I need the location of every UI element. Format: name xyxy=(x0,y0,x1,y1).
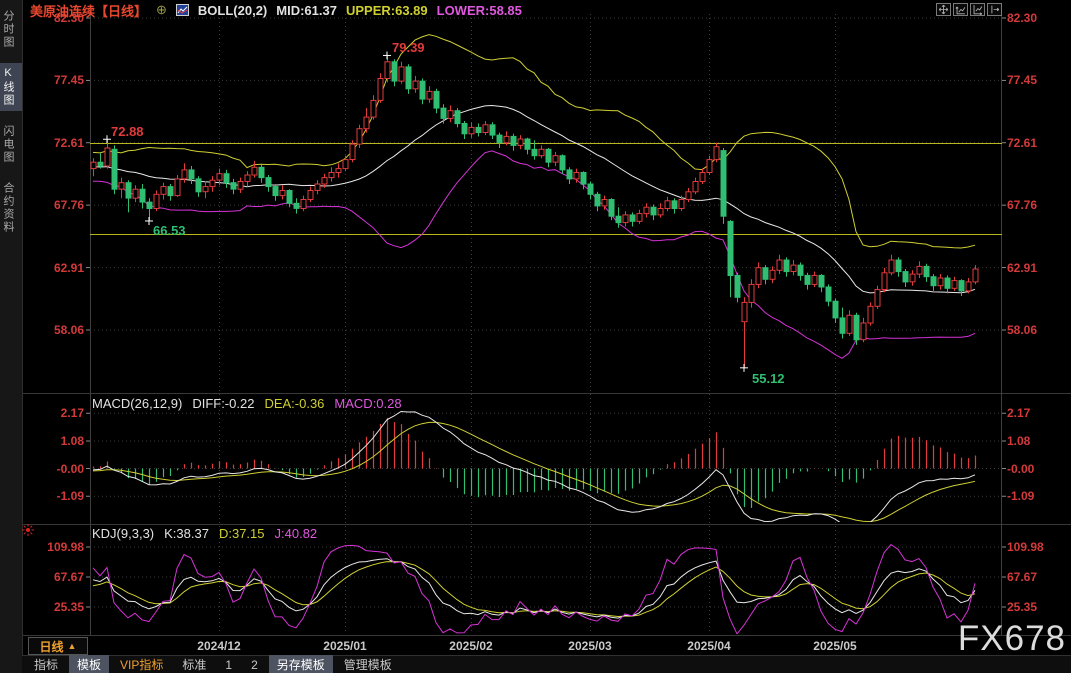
kdj-label: KDJ(9,3,3) xyxy=(92,526,154,541)
tab-标准[interactable]: 标准 xyxy=(174,655,214,673)
kdj-j-value: J:40.82 xyxy=(275,526,318,541)
macd-label: MACD(26,12,9) xyxy=(92,396,182,411)
macd-panel-header: MACD(26,12,9) DIFF:-0.22 DEA:-0.36 MACD:… xyxy=(92,396,402,411)
trading-chart-app: 82.3082.3077.4577.4572.6172.6167.7667.76… xyxy=(0,0,1071,673)
chart-header: 美原油连续【日线】 ⊕ BOLL(20,2) MID:61.37 UPPER:6… xyxy=(30,2,522,18)
link-icon[interactable]: ⊕ xyxy=(156,2,167,18)
kdj-d-value: D:37.15 xyxy=(219,526,265,541)
macd-diff-value: DIFF:-0.22 xyxy=(192,396,254,411)
tab-VIP指标[interactable]: VIP指标 xyxy=(112,655,171,673)
instrument-title: 美原油连续【日线】 xyxy=(30,1,147,20)
chart-canvas xyxy=(0,0,1071,673)
tab-2[interactable]: 2 xyxy=(243,657,266,673)
chart-thumbnail-icon[interactable] xyxy=(176,4,189,16)
boll-mid-value: MID:61.37 xyxy=(276,3,337,18)
sidebar-item-合约资料[interactable]: 合约资料 xyxy=(0,178,22,238)
axis-zoom-up-icon[interactable] xyxy=(953,3,968,16)
sidebar-item-分时图[interactable]: 分时图 xyxy=(0,6,22,53)
burst-icon[interactable] xyxy=(21,523,35,542)
bottom-toolbar: 指标模板VIP指标标准12另存模板管理模板 xyxy=(22,655,1071,673)
boll-label: BOLL(20,2) xyxy=(198,3,267,18)
shift-right-icon[interactable] xyxy=(987,3,1002,16)
boll-lower-value: LOWER:58.85 xyxy=(437,3,522,18)
tab-管理模板[interactable]: 管理模板 xyxy=(336,655,400,673)
chart-type-sidebar: 分时图 K线图闪电图合约资料 xyxy=(0,0,23,673)
sidebar-item-闪电图[interactable]: 闪电图 xyxy=(0,121,22,168)
macd-dea-value: DEA:-0.36 xyxy=(264,396,324,411)
caret-up-icon: ▲ xyxy=(68,641,77,651)
tab-另存模板[interactable]: 另存模板 xyxy=(269,655,333,673)
tab-模板[interactable]: 模板 xyxy=(69,655,109,673)
crosshair-move-icon[interactable] xyxy=(936,3,951,16)
chart-tool-icons xyxy=(936,3,1002,16)
kdj-panel-header: KDJ(9,3,3) K:38.37 D:37.15 J:40.82 xyxy=(92,526,317,541)
tab-指标[interactable]: 指标 xyxy=(26,655,66,673)
sidebar-item-K线图[interactable]: K线图 xyxy=(0,63,22,111)
axis-zoom-right-icon[interactable] xyxy=(970,3,985,16)
period-label: 日线 xyxy=(40,638,64,655)
kdj-k-value: K:38.37 xyxy=(164,526,209,541)
boll-upper-value: UPPER:63.89 xyxy=(346,3,428,18)
period-selector[interactable]: 日线 ▲ xyxy=(28,637,88,655)
tab-1[interactable]: 1 xyxy=(217,657,240,673)
watermark: FX678 xyxy=(958,619,1066,659)
macd-macd-value: MACD:0.28 xyxy=(334,396,401,411)
